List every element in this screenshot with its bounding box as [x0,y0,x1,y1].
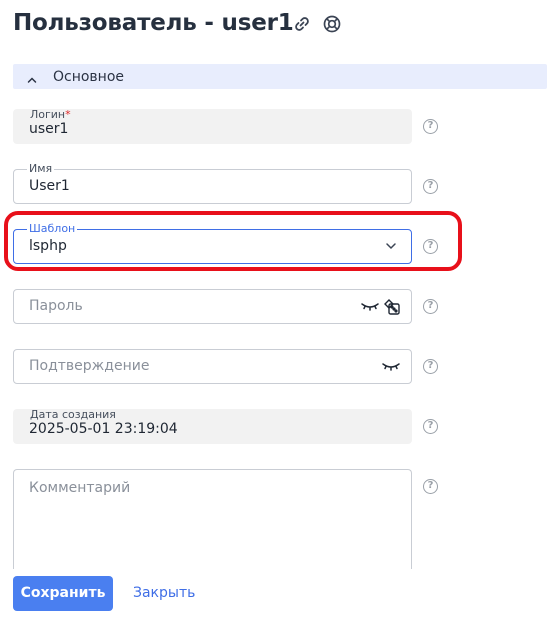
template-label: Шаблон [27,222,78,235]
created-date-field: Дата создания 2025-05-01 23:19:04 [13,408,412,444]
template-help-icon[interactable]: ? [423,239,438,254]
eye-closed-icon[interactable] [382,359,400,377]
generate-password-dice-icon[interactable] [383,298,401,316]
created-help-icon[interactable]: ? [423,419,438,434]
login-field: Логин* user1 [13,108,412,144]
help-lifebuoy-icon[interactable] [322,14,342,34]
login-help-icon[interactable]: ? [423,119,438,134]
password-placeholder: Пароль [29,298,83,314]
login-label: Логин* [30,108,71,121]
password-field[interactable]: Пароль [13,289,412,324]
template-value: lsphp [29,238,67,254]
link-icon[interactable] [292,14,312,34]
created-date-label: Дата создания [30,408,116,421]
comment-placeholder: Комментарий [29,480,131,496]
close-link[interactable]: Закрыть [133,585,195,601]
template-select[interactable]: Шаблон lsphp [13,222,412,264]
name-field[interactable]: Имя User1 [13,162,412,204]
chevron-down-icon[interactable] [384,239,402,257]
chevron-up-icon [26,71,38,83]
confirm-placeholder: Подтверждение [29,358,150,374]
required-mark: * [65,108,71,121]
confirm-help-icon[interactable]: ? [423,359,438,374]
name-label: Имя [27,162,55,175]
name-value: User1 [29,178,70,194]
comment-help-icon[interactable]: ? [423,479,438,494]
section-header-main[interactable]: Основное [13,64,547,89]
section-title: Основное [53,69,125,85]
save-button[interactable]: Сохранить [13,576,113,611]
name-help-icon[interactable]: ? [423,179,438,194]
password-help-icon[interactable]: ? [423,299,438,314]
login-value: user1 [29,121,69,137]
created-date-value: 2025-05-01 23:19:04 [29,421,178,437]
comment-textarea[interactable]: Комментарий [13,469,412,569]
confirm-password-field[interactable]: Подтверждение [13,349,412,384]
eye-closed-icon[interactable] [361,299,379,317]
page-title: Пользователь - user1 [13,10,294,36]
